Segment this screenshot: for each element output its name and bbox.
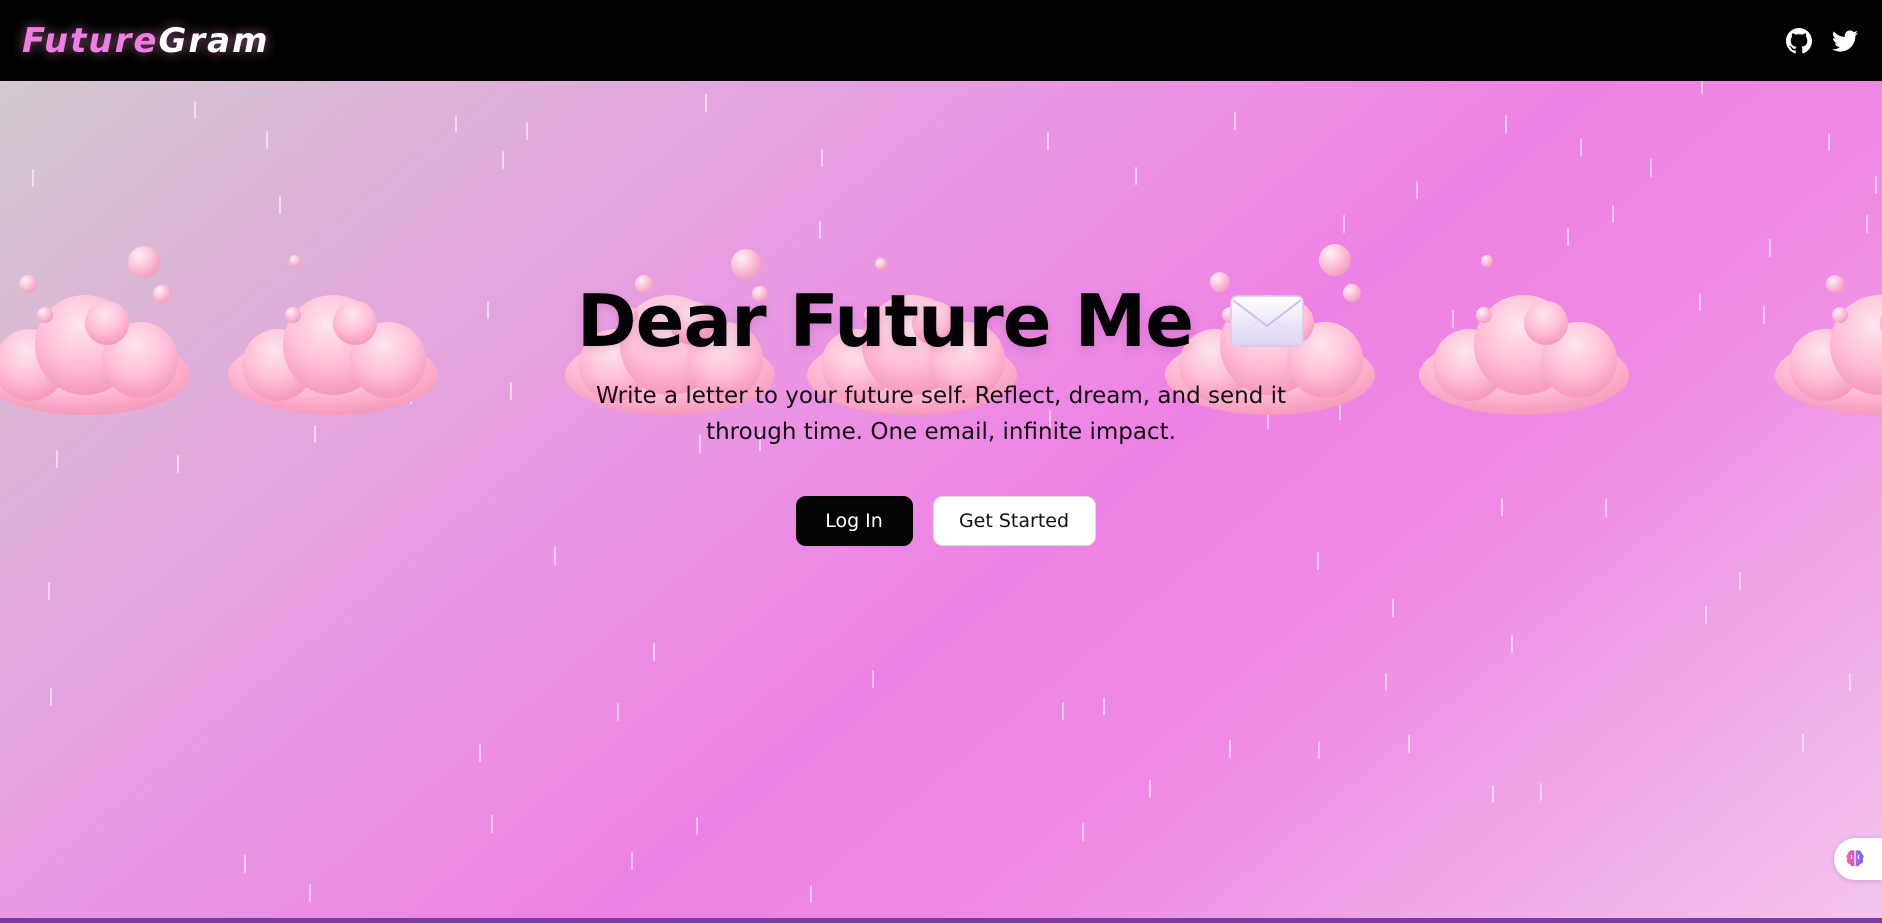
brand-logo[interactable]: FutureGram xyxy=(22,21,270,61)
hero-title: Dear Future Me xyxy=(0,279,1882,363)
twitter-icon[interactable] xyxy=(1832,28,1858,54)
github-icon[interactable] xyxy=(1786,27,1812,54)
envelope-icon xyxy=(1229,292,1305,350)
hero-title-text: Dear Future Me xyxy=(576,279,1194,363)
top-navbar: FutureGram xyxy=(0,0,1882,81)
social-links xyxy=(1786,27,1858,54)
hero-section: Dear Future Me Write a letter to your fu… xyxy=(0,81,1882,918)
floating-assistant-button[interactable] xyxy=(1834,838,1882,880)
brain-icon xyxy=(1843,847,1867,871)
bottom-border xyxy=(0,918,1882,923)
cta-buttons: Log In Get Started xyxy=(0,496,1882,546)
login-button[interactable]: Log In xyxy=(795,496,913,546)
brand-name-part1: Future xyxy=(22,20,159,61)
hero-subtitle: Write a letter to your future self. Refl… xyxy=(595,383,1287,445)
brand-name-part2: Gram xyxy=(158,20,270,61)
get-started-button[interactable]: Get Started xyxy=(932,496,1096,546)
